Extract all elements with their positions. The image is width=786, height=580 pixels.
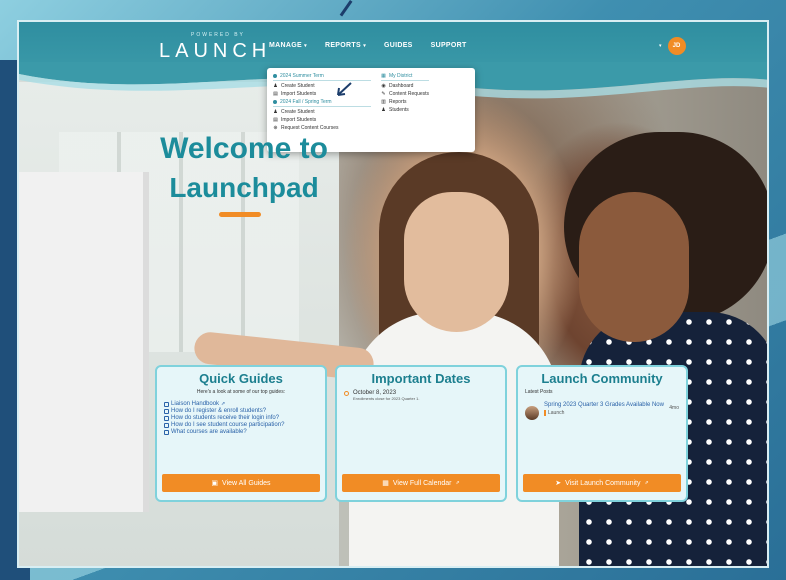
- welcome-line-1: Welcome to: [160, 132, 328, 165]
- hero-photo-person1-face: [404, 192, 509, 332]
- post-body: Spring 2023 Quarter 3 Grades Available N…: [544, 401, 664, 416]
- community-post[interactable]: Spring 2023 Quarter 3 Grades Available N…: [525, 401, 679, 420]
- welcome-heading: Welcome to Launchpad: [139, 132, 349, 204]
- menu-item-import-students[interactable]: ▤ Import Students: [273, 117, 371, 124]
- annotation-arrow-icon: [337, 82, 352, 96]
- important-dates-card: Important Dates October 8, 2023 Enrollme…: [335, 365, 507, 502]
- reports-icon: ▥: [381, 99, 386, 105]
- quick-guides-card: Quick Guides Here's a look at some of ou…: [155, 365, 327, 502]
- latest-posts-label: Latest Posts: [525, 389, 553, 395]
- timeline-dot-icon: [344, 391, 349, 396]
- person-icon: ♟: [273, 109, 278, 115]
- hero-photo-monitor: [19, 172, 149, 512]
- document-icon: [164, 429, 169, 435]
- guide-link-courses-available[interactable]: What courses are available?: [164, 429, 318, 435]
- menu-item-dashboard[interactable]: ◉ Dashboard: [381, 83, 429, 90]
- user-avatar[interactable]: JD: [667, 37, 686, 55]
- guide-link-course-participation[interactable]: How do I see student course participatio…: [164, 422, 318, 428]
- external-link-icon: ⇗: [455, 480, 460, 486]
- guide-link-register-enroll[interactable]: How do I register & enroll students?: [164, 408, 318, 414]
- chevron-down-icon: ▾: [659, 43, 662, 49]
- dropdown-section-district: ▦ My District: [381, 72, 430, 81]
- card-subtitle: Here's a look at some of our top guides:: [196, 389, 286, 395]
- visit-launch-community-button[interactable]: ➤ Visit Launch Community ⇗: [523, 474, 681, 492]
- logo-tagline: POWERED BY: [191, 32, 245, 38]
- app-window: POWERED BY LAUNCH MANAGE ▾ REPORTS ▾ GUI…: [17, 20, 769, 568]
- date-note: Enrollments close for 2023 Quarter 1.: [353, 396, 420, 401]
- post-category-tag: Launch: [544, 410, 664, 416]
- welcome-line-2: Launchpad: [169, 172, 319, 203]
- card-title: Launch Community: [541, 371, 663, 386]
- import-icon: ▤: [273, 117, 278, 123]
- dropdown-section-fall-spring: 2024 Fall / Spring Term: [273, 99, 371, 107]
- nav-guides[interactable]: GUIDES: [384, 42, 413, 49]
- post-author-avatar: [525, 406, 539, 420]
- guide-link-liaison-handbook[interactable]: Liaison Handbook ⇗: [164, 401, 318, 407]
- view-all-guides-button[interactable]: ▣ View All Guides: [162, 474, 320, 492]
- menu-item-create-student[interactable]: ♟ Create Student: [273, 109, 371, 116]
- menu-item-create-student[interactable]: ♟ Create Student: [273, 83, 371, 90]
- document-icon: [164, 415, 169, 421]
- nav-support[interactable]: SUPPORT: [431, 42, 467, 49]
- calendar-icon: ▦: [382, 480, 389, 487]
- user-menu[interactable]: ▾ JD: [659, 37, 686, 55]
- post-title-link[interactable]: Spring 2023 Quarter 3 Grades Available N…: [544, 401, 664, 409]
- request-icon: ⊕: [273, 125, 278, 131]
- external-link-icon: ⇗: [644, 480, 649, 486]
- students-icon: ♟: [381, 107, 386, 113]
- post-timestamp: 4mo: [669, 405, 679, 411]
- welcome-accent-bar: [219, 212, 261, 217]
- nav-reports[interactable]: REPORTS ▾: [325, 42, 366, 49]
- chevron-down-icon: ▾: [363, 43, 366, 49]
- launch-community-card: Launch Community Latest Posts Spring 202…: [516, 365, 688, 502]
- card-title: Quick Guides: [199, 371, 283, 386]
- rocket-icon: ➤: [555, 480, 562, 487]
- import-icon: ▤: [273, 91, 278, 97]
- book-icon: ▣: [211, 480, 219, 487]
- dropdown-section-summer: 2024 Summer Term: [273, 73, 371, 81]
- menu-item-students[interactable]: ♟ Students: [381, 107, 429, 114]
- nav-manage[interactable]: MANAGE ▾: [269, 42, 307, 49]
- launch-logo[interactable]: LAUNCH: [159, 40, 271, 63]
- menu-item-content-requests[interactable]: ✎ Content Requests: [381, 91, 429, 98]
- district-icon: ▦: [381, 72, 386, 79]
- chevron-down-icon: ▾: [304, 43, 307, 49]
- guide-list: Liaison Handbook ⇗ How do I register & en…: [164, 401, 318, 435]
- menu-item-import-students[interactable]: ▤ Import Students: [273, 91, 371, 98]
- document-icon: [164, 422, 169, 428]
- menu-item-request-content-courses[interactable]: ⊕ Request Content Courses: [273, 125, 371, 132]
- menu-item-reports[interactable]: ▥ Reports: [381, 99, 429, 106]
- dropdown-right-column: ▦ My District ◉ Dashboard ✎ Content Request…: [381, 72, 430, 147]
- view-full-calendar-button[interactable]: ▦ View Full Calendar ⇗: [342, 474, 500, 492]
- document-icon: [164, 408, 169, 414]
- external-link-icon: ⇗: [221, 401, 226, 407]
- person-icon: ♟: [273, 83, 278, 89]
- hero-photo-person2-face: [579, 192, 689, 342]
- card-title: Important Dates: [371, 371, 471, 386]
- guide-link-login-info[interactable]: How do students receive their login info…: [164, 415, 318, 421]
- dashboard-icon: ◉: [381, 83, 386, 89]
- term-dot-icon: [273, 74, 277, 78]
- main-nav: MANAGE ▾ REPORTS ▾ GUIDES SUPPORT: [269, 42, 467, 49]
- term-dot-icon: [273, 100, 277, 104]
- content-requests-icon: ✎: [381, 91, 386, 97]
- document-icon: [164, 401, 169, 407]
- date-entry: October 8, 2023 Enrollments close for 20…: [344, 390, 498, 401]
